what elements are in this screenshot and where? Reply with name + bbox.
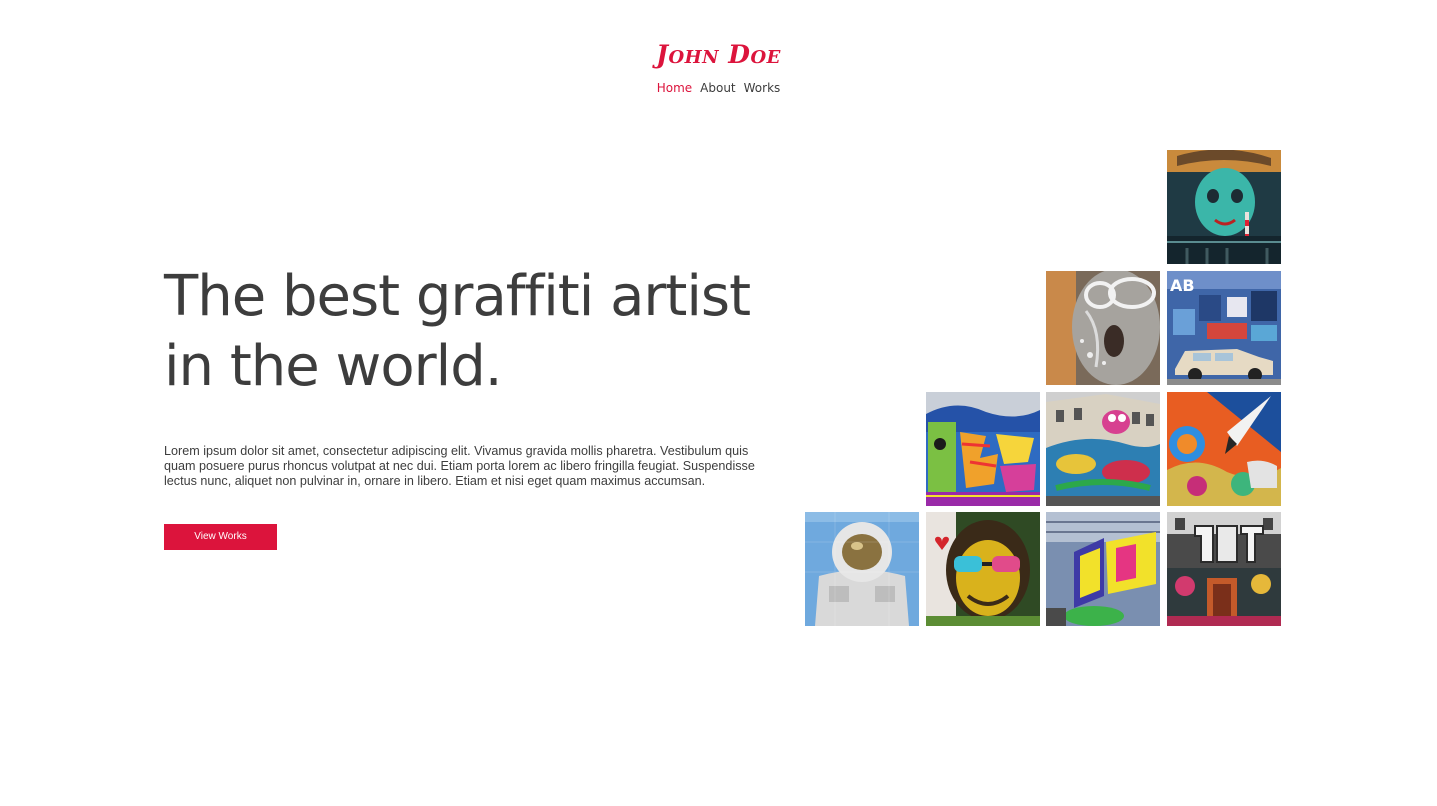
- nav-home-link[interactable]: Home: [657, 80, 692, 96]
- hero-description: Lorem ipsum dolor sit amet, consectetur …: [164, 444, 755, 488]
- gallery-image-teal-face[interactable]: [1167, 150, 1281, 264]
- main-nav: Home About Works: [0, 80, 1437, 96]
- gallery-image-orange-rocket[interactable]: [1167, 392, 1281, 506]
- gallery-image-colorful-letters[interactable]: [926, 392, 1040, 506]
- gallery-image-yellow-letters[interactable]: [1046, 512, 1160, 626]
- hero-title-line-2: in the world.: [164, 334, 503, 399]
- gallery-image-alley-graffiti[interactable]: [1167, 512, 1281, 626]
- brand-logo[interactable]: John Doe: [656, 40, 781, 70]
- nav-works-link[interactable]: Works: [744, 80, 781, 96]
- site-header: John Doe Home About Works: [0, 40, 1437, 96]
- gallery-image-blue-wall-car[interactable]: AB: [1167, 271, 1281, 385]
- tile-wall-sign-text: AB: [1170, 276, 1195, 295]
- hero-title: The best graffiti artist in the world.: [164, 262, 784, 402]
- nav-about-link[interactable]: About: [700, 80, 735, 96]
- gallery-image-monkey-glasses[interactable]: [926, 512, 1040, 626]
- view-works-button[interactable]: View Works: [164, 524, 277, 550]
- gallery-image-building-mural[interactable]: [1046, 392, 1160, 506]
- gallery-image-sketch-face[interactable]: [1046, 271, 1160, 385]
- graffiti-gallery: AB: [805, 150, 1281, 626]
- hero-section: The best graffiti artist in the world. L…: [164, 262, 784, 489]
- hero-title-line-1: The best graffiti artist: [164, 264, 751, 329]
- gallery-image-astronaut[interactable]: [805, 512, 919, 626]
